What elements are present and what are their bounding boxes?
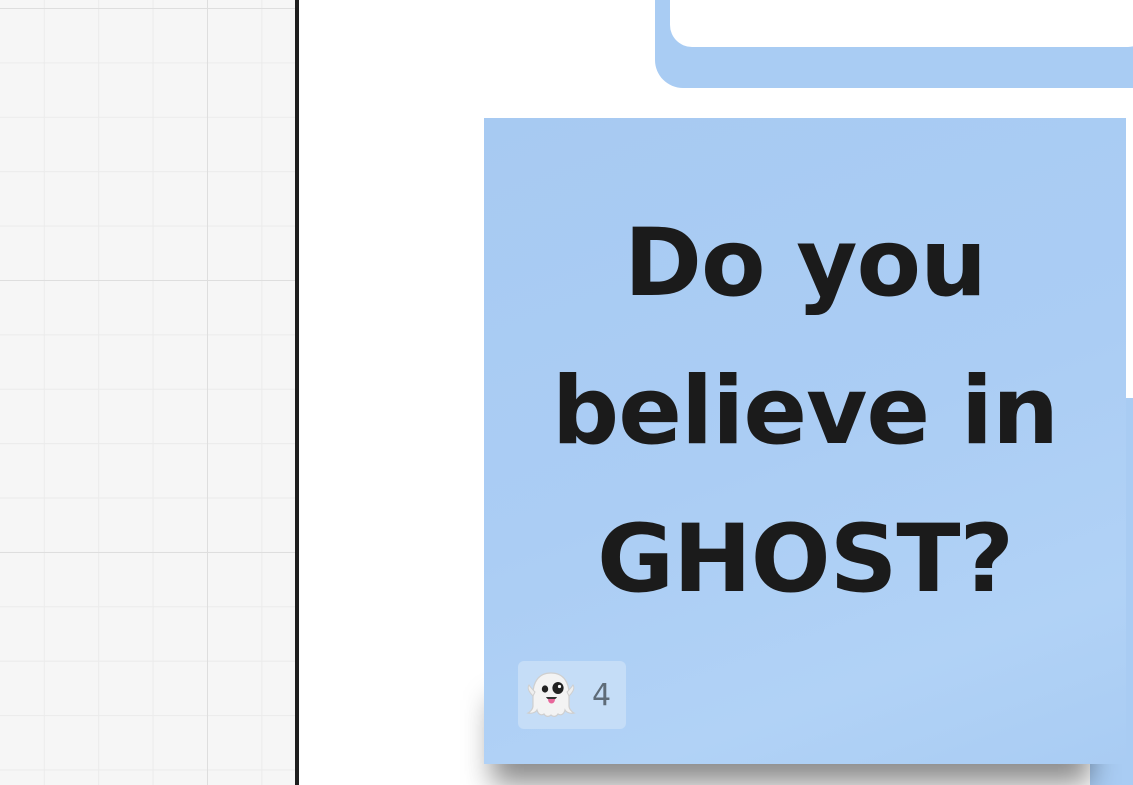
whiteboard-canvas[interactable]: Do you believe in GHOST? 4: [0, 0, 1133, 785]
frame-border: [295, 0, 299, 785]
sticky-note[interactable]: Do you believe in GHOST? 4: [484, 118, 1126, 764]
blue-frame-top-inner: [670, 0, 1133, 47]
sticky-note-text[interactable]: Do you believe in GHOST?: [484, 190, 1126, 634]
sticky-note-line-1: Do you: [623, 209, 987, 318]
sticky-note-line-2: believe in: [551, 357, 1059, 466]
grid-frame[interactable]: [0, 0, 295, 785]
ghost-icon: [526, 672, 576, 717]
reaction-badge[interactable]: 4: [518, 661, 626, 729]
sticky-note-line-3: GHOST?: [596, 505, 1014, 614]
reaction-count: 4: [592, 677, 612, 713]
